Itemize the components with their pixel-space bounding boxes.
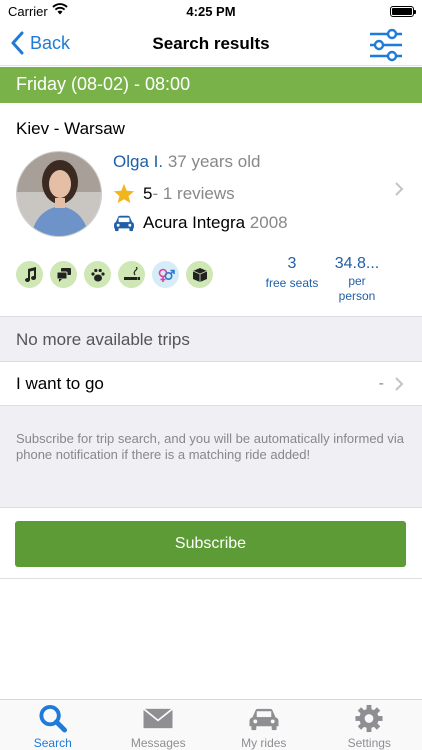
gender-icon xyxy=(152,261,179,288)
tab-bar: Search Messages My rides Settings xyxy=(0,699,422,750)
date-header: Friday (08-02) - 08:00 xyxy=(0,67,422,103)
seats-label: free seats xyxy=(265,276,319,290)
i-want-to-go-label: I want to go xyxy=(16,374,104,393)
car-model: Acura Integra xyxy=(143,213,246,232)
subscribe-section: Subscribe xyxy=(0,507,422,579)
star-icon xyxy=(113,183,135,204)
avatar xyxy=(16,151,102,237)
no-more-trips-section: No more available trips I want to go - S… xyxy=(0,316,422,507)
status-bar: Carrier 4:25 PM xyxy=(0,0,422,24)
driver-info: Olga I. 37 years old xyxy=(113,152,260,172)
driver-name: Olga I. xyxy=(113,152,164,171)
price-value: 34.8... xyxy=(334,255,380,272)
battery-icon xyxy=(390,6,416,17)
luggage-icon xyxy=(186,261,213,288)
amenities-list xyxy=(16,261,213,288)
driver-rating: 5- 1 reviews xyxy=(113,183,235,204)
envelope-icon xyxy=(143,708,174,729)
music-icon xyxy=(16,261,43,288)
navigation-bar: Back Search results xyxy=(0,24,422,66)
seats-count: 3 xyxy=(287,255,297,272)
tab-my-rides-label: My rides xyxy=(241,736,287,750)
chevron-right-icon xyxy=(395,182,404,196)
search-icon xyxy=(39,704,67,733)
clock: 4:25 PM xyxy=(186,4,236,19)
tab-messages-label: Messages xyxy=(130,736,186,750)
route-label: Kiev - Warsaw xyxy=(16,119,125,138)
free-seats: 3 free seats xyxy=(262,255,322,290)
i-want-to-go-row[interactable]: I want to go - xyxy=(0,361,422,406)
chat-icon xyxy=(50,261,77,288)
car-icon xyxy=(249,708,279,731)
tab-my-rides[interactable]: My rides xyxy=(211,700,317,750)
price-label-per: per xyxy=(348,274,366,288)
filter-sliders-icon[interactable] xyxy=(368,27,404,63)
smoking-icon xyxy=(118,261,145,288)
i-want-to-go-value: - xyxy=(378,375,384,392)
car-info: Acura Integra 2008 xyxy=(113,213,288,233)
tab-search-label: Search xyxy=(33,736,72,750)
gear-icon xyxy=(355,704,383,733)
tab-search[interactable]: Search xyxy=(0,700,106,750)
chevron-right-icon xyxy=(395,377,404,391)
driver-photo xyxy=(17,152,101,236)
tab-settings[interactable]: Settings xyxy=(317,700,422,750)
tab-messages[interactable]: Messages xyxy=(106,700,212,750)
pets-icon xyxy=(84,261,111,288)
tab-settings-label: Settings xyxy=(347,736,391,750)
subscribe-hint: Subscribe for trip search, and you will … xyxy=(16,431,405,462)
page-title: Search results xyxy=(152,34,270,53)
car-year: 2008 xyxy=(249,213,288,232)
car-icon xyxy=(114,215,134,232)
subscribe-button[interactable]: Subscribe xyxy=(15,521,406,567)
price-label-person: person xyxy=(338,289,376,303)
price-per-person: 34.8... per person xyxy=(326,255,388,303)
reviews-count: - 1 reviews xyxy=(152,183,235,203)
driver-age: 37 years old xyxy=(167,152,261,171)
no-more-trips-label: No more available trips xyxy=(16,330,190,349)
trip-card[interactable]: Kiev - Warsaw Olga I. 37 years old 5- 1 … xyxy=(0,103,422,316)
